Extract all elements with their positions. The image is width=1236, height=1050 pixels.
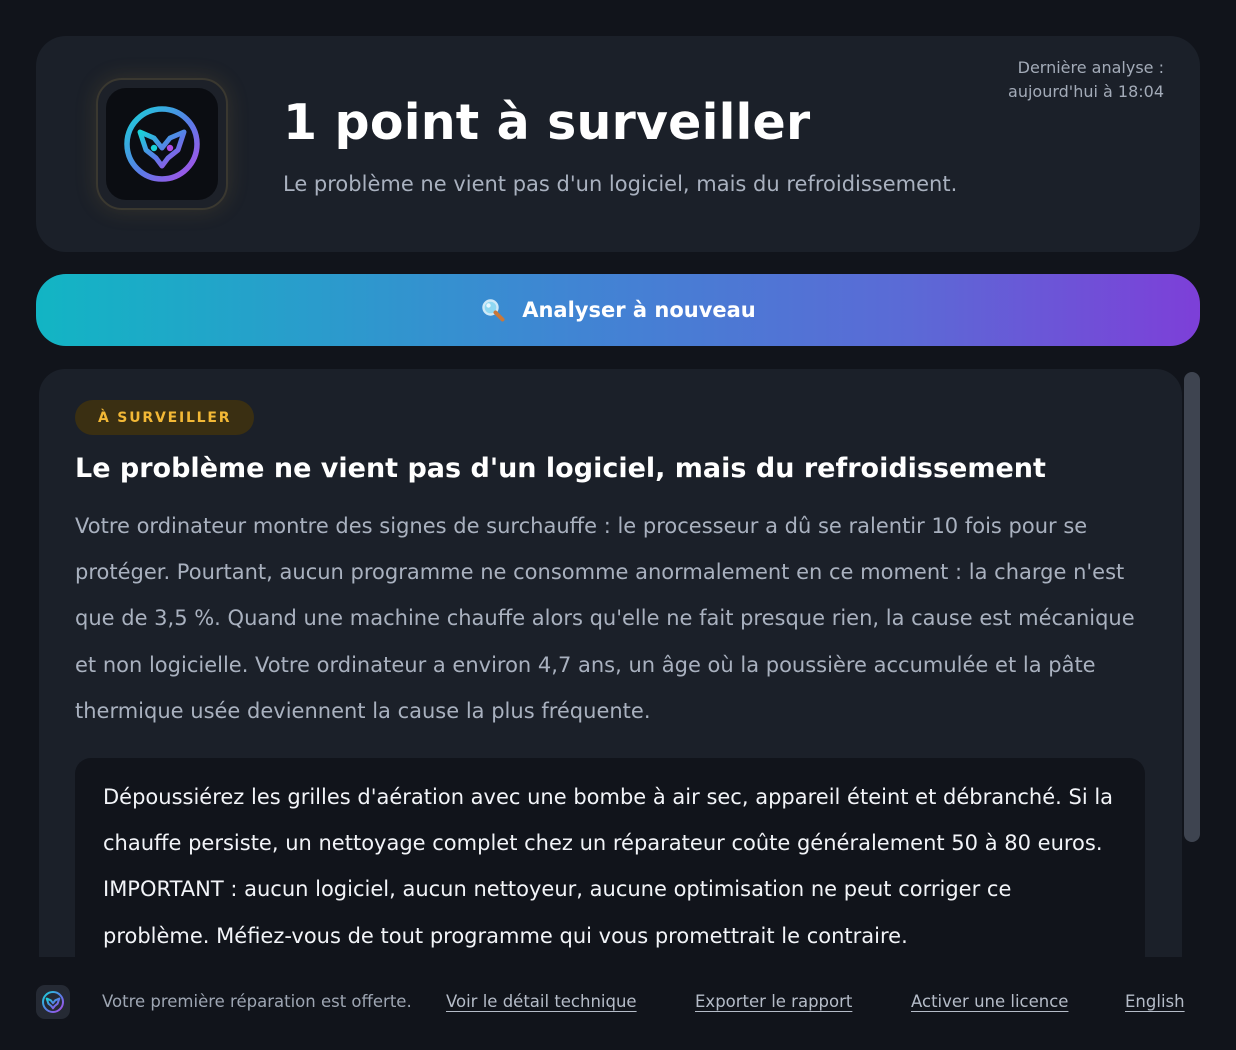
page-title: 1 point à surveiller: [283, 94, 811, 151]
export-report-link[interactable]: Exporter le rapport: [695, 992, 852, 1011]
app-logo: [96, 78, 228, 210]
status-badge: À SURVEILLER: [75, 400, 255, 435]
last-analysis-value: aujourd'hui à 18:04: [1008, 82, 1164, 101]
footer-logo: [36, 985, 70, 1019]
last-analysis: Dernière analyse : aujourd'hui à 18:04: [1008, 56, 1164, 104]
owl-logo-icon: [124, 106, 200, 182]
language-switch-link[interactable]: English: [1125, 992, 1185, 1011]
scrollbar-thumb[interactable]: [1184, 372, 1200, 842]
finding-description: Votre ordinateur montre des signes de su…: [75, 514, 1135, 723]
activate-license-link[interactable]: Activer une licence: [911, 992, 1068, 1011]
header-card: 1 point à surveiller Le problème ne vien…: [36, 36, 1200, 252]
rescan-label: Analyser à nouveau: [522, 298, 756, 322]
finding-card: À SURVEILLER Le problème ne vient pas d'…: [39, 369, 1182, 969]
last-analysis-label: Dernière analyse :: [1017, 58, 1164, 77]
page-subtitle: Le problème ne vient pas d'un logiciel, …: [283, 172, 958, 196]
owl-logo-icon: [42, 991, 64, 1013]
finding-title: Le problème ne vient pas d'un logiciel, …: [75, 453, 1046, 484]
footer-promo: Votre première réparation est offerte.: [102, 992, 412, 1011]
app-logo-inner: [106, 88, 218, 200]
recommendation-text: Dépoussiérez les grilles d'aération avec…: [103, 785, 1114, 948]
magnifier-icon: [480, 297, 506, 323]
footer: Votre première réparation est offerte. V…: [0, 957, 1236, 1050]
technical-details-link[interactable]: Voir le détail technique: [446, 992, 637, 1011]
recommendation-box: Dépoussiérez les grilles d'aération avec…: [75, 758, 1145, 969]
rescan-button[interactable]: Analyser à nouveau: [36, 274, 1200, 346]
